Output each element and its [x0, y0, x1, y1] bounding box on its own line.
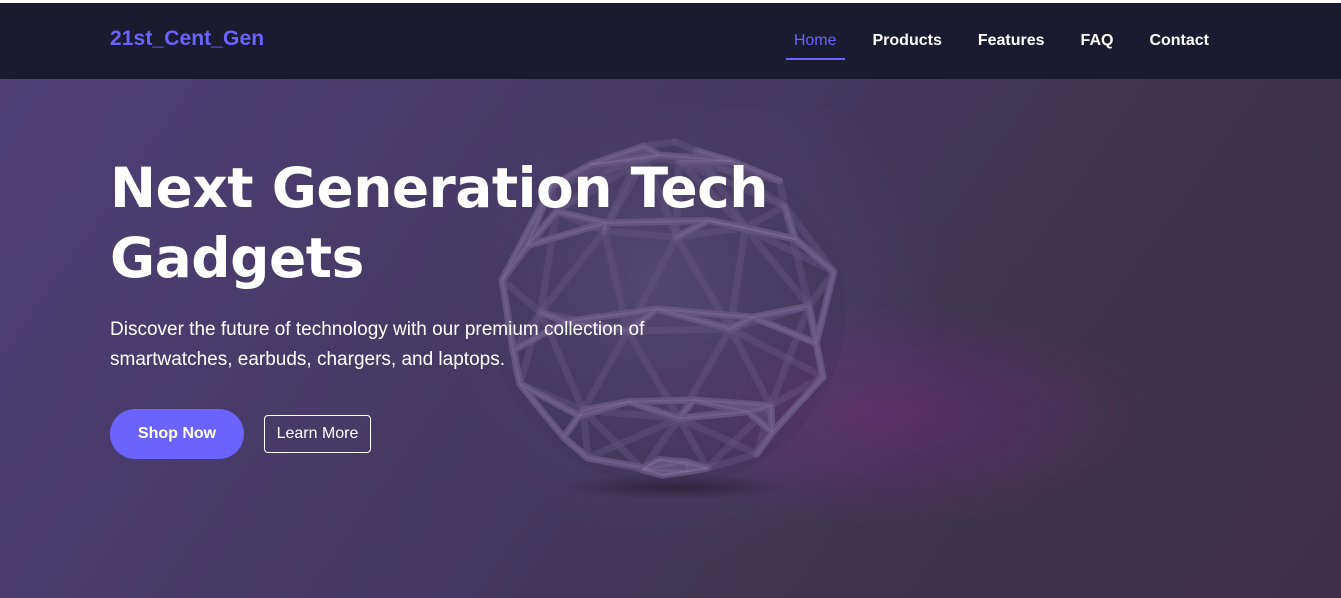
- hero-section: Next Generation Tech Gadgets Discover th…: [0, 79, 1341, 598]
- hero-content: Next Generation Tech Gadgets Discover th…: [110, 153, 790, 459]
- hero-title-line2: Gadgets: [110, 226, 364, 290]
- hero-subtitle: Discover the future of technology with o…: [110, 319, 645, 370]
- nav-link-home[interactable]: Home: [785, 24, 845, 60]
- brand-logo[interactable]: 21st_Cent_Gen: [110, 27, 264, 51]
- nav-link-faq[interactable]: FAQ: [1081, 24, 1114, 58]
- nav-link-contact[interactable]: Contact: [1149, 24, 1209, 58]
- nav-menu: Home Products Features FAQ Contact: [758, 3, 1209, 79]
- navbar: 21st_Cent_Gen Home Products Features FAQ…: [0, 3, 1341, 79]
- nav-link-products[interactable]: Products: [873, 24, 942, 58]
- shop-now-button[interactable]: Shop Now: [110, 409, 244, 459]
- hero-title: Next Generation Tech Gadgets: [110, 153, 790, 293]
- page: 21st_Cent_Gen Home Products Features FAQ…: [0, 0, 1341, 598]
- hero-title-line1: Next Generation Tech: [110, 156, 768, 220]
- learn-more-button[interactable]: Learn More: [264, 415, 371, 453]
- nav-link-features[interactable]: Features: [978, 24, 1045, 58]
- hero-buttons: Shop Now Learn More: [110, 409, 790, 459]
